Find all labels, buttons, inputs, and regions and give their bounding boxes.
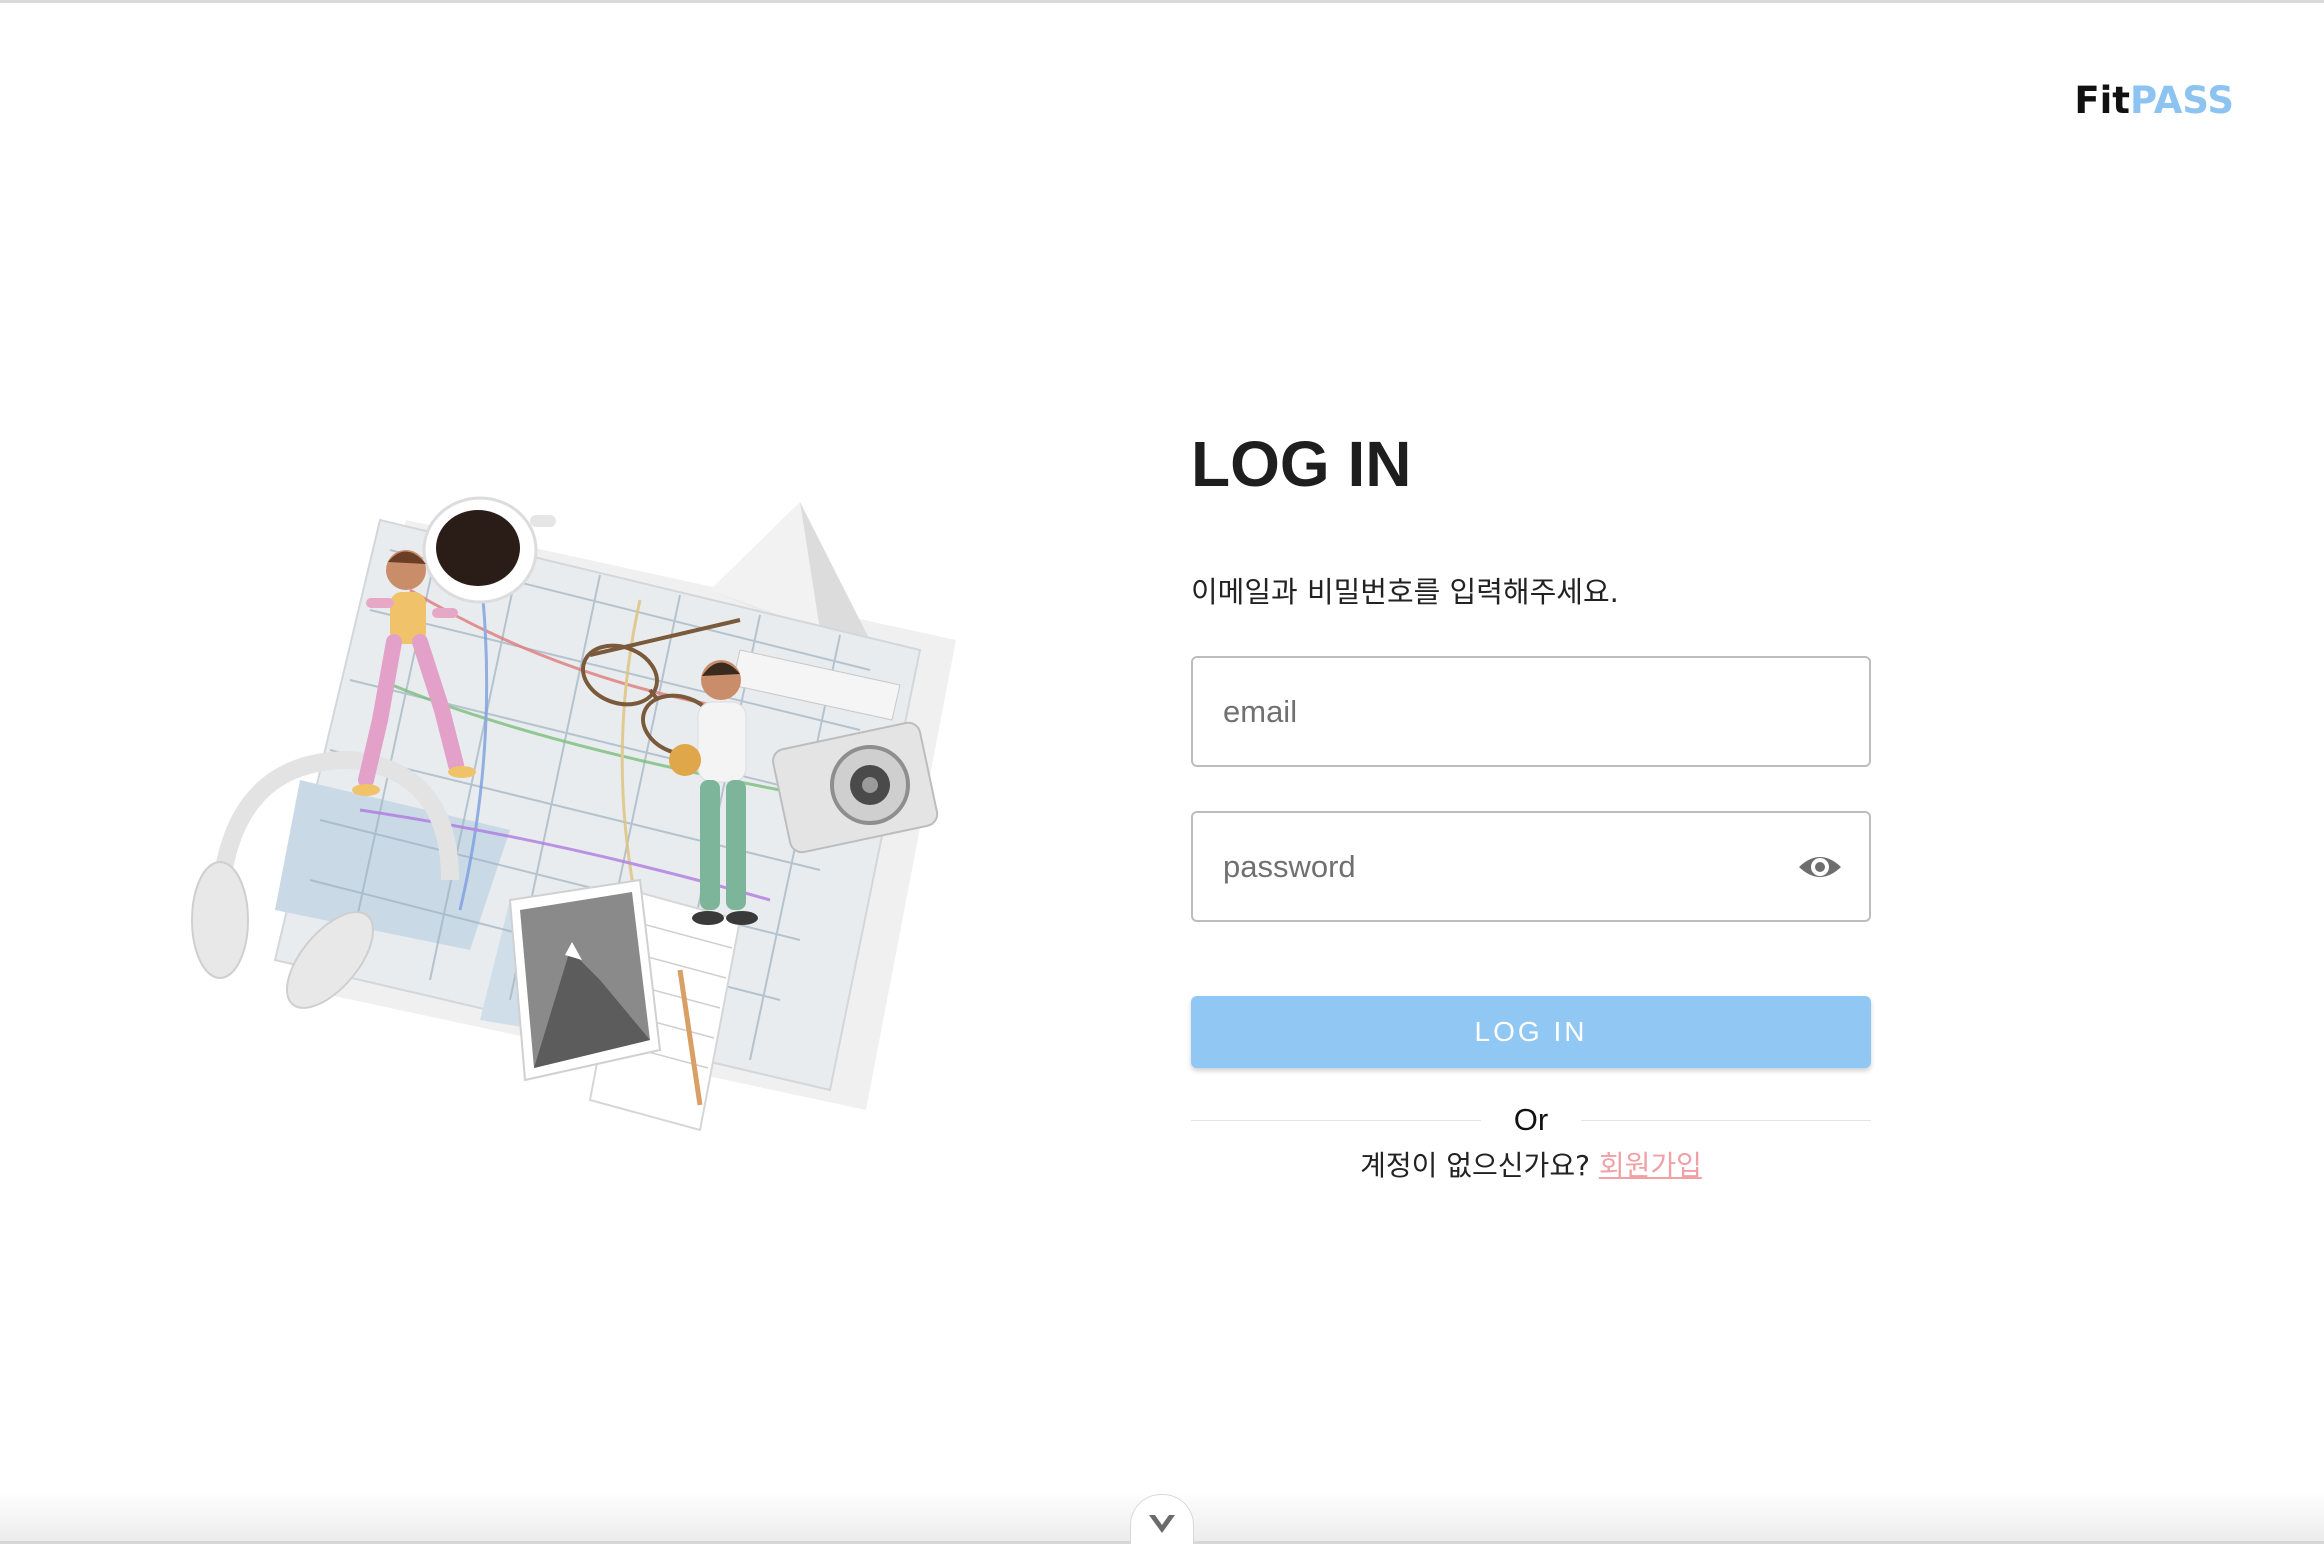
window-top-border <box>0 0 2324 3</box>
or-divider: Or <box>1191 1098 1871 1142</box>
logo-fit-text: Fit <box>2074 79 2130 122</box>
scroll-down-tab[interactable] <box>1130 1494 1194 1544</box>
signup-prompt-row: 계정이 없으신가요? 회원가입 <box>1191 1146 1871 1186</box>
password-field-wrapper <box>1191 811 1871 922</box>
login-form: LOG IN 이메일과 비밀번호를 입력해주세요. LOG IN Or 계정이 … <box>1191 432 1871 1186</box>
divider-line-right <box>1581 1120 1871 1121</box>
login-page: FitPASS LOG IN 이메일과 비밀번호를 입력해주세요. email … <box>0 0 2324 1544</box>
login-button[interactable]: LOG IN <box>1191 996 1871 1068</box>
password-input[interactable] <box>1193 813 1869 920</box>
signup-link[interactable]: 회원가입 <box>1599 1149 1702 1182</box>
eye-icon[interactable] <box>1797 847 1843 887</box>
page-title: LOG IN <box>1191 428 1412 500</box>
logo-pass-text: PASS <box>2130 79 2234 122</box>
login-instructions: 이메일과 비밀번호를 입력해주세요. <box>1191 575 1619 609</box>
hero-illustration <box>191 496 956 1132</box>
signup-prompt-text: 계정이 없으신가요? <box>1360 1149 1590 1182</box>
chevron-down-icon <box>1149 1515 1175 1533</box>
email-field-wrapper <box>1191 656 1871 767</box>
brand-logo[interactable]: FitPASS <box>2074 82 2234 119</box>
email-input[interactable] <box>1193 658 1869 765</box>
mountain-photo <box>508 878 662 1082</box>
